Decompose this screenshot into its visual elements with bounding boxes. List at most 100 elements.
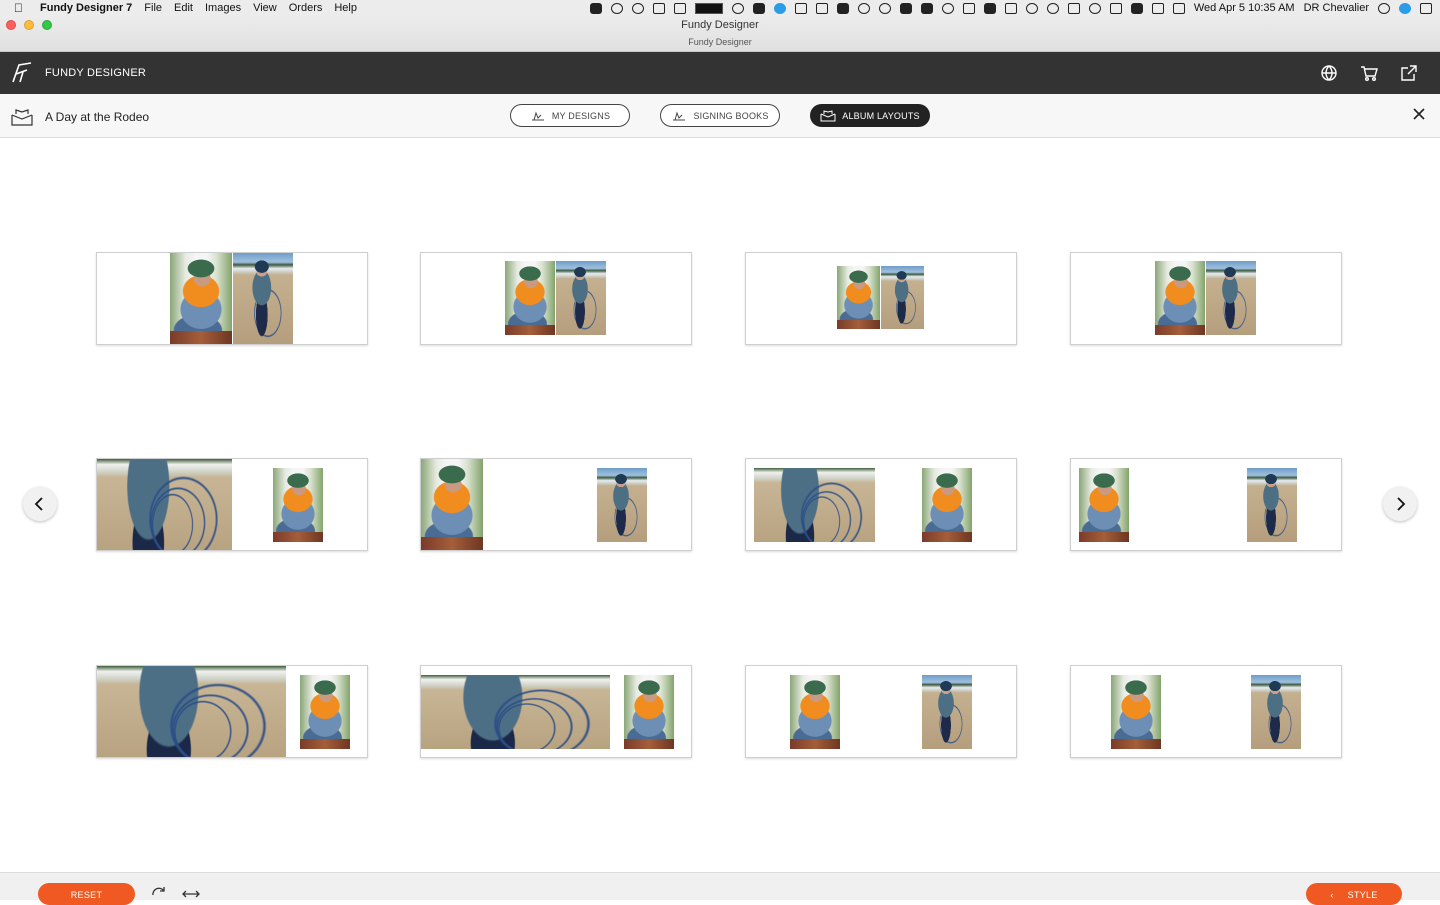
- photo-cowboy[interactable]: [1111, 675, 1161, 749]
- photo-rope[interactable]: [754, 468, 875, 542]
- status-eye-icon[interactable]: [631, 2, 644, 14]
- menu-edit[interactable]: Edit: [174, 2, 193, 14]
- status-clock-icon[interactable]: [878, 2, 891, 14]
- photo-roper[interactable]: [556, 261, 606, 335]
- status-calendar-icon[interactable]: [815, 2, 828, 14]
- photo-roper[interactable]: [922, 675, 972, 749]
- status-battery2-icon[interactable]: [1067, 2, 1080, 14]
- footer-bar: RESET ‹ STYLE: [0, 872, 1440, 905]
- photo-roper[interactable]: [1251, 675, 1301, 749]
- layout-card-4[interactable]: [1070, 252, 1342, 345]
- layout-card-5[interactable]: [96, 458, 368, 551]
- status-battery-icon[interactable]: [652, 2, 665, 14]
- status-wifi-icon[interactable]: [1088, 2, 1101, 14]
- status-chevron-icon[interactable]: [794, 2, 807, 14]
- photo-roper[interactable]: [233, 253, 293, 344]
- status-menu-icon[interactable]: [899, 2, 912, 14]
- photo-cowboy[interactable]: [273, 468, 323, 542]
- layout-card-8[interactable]: [1070, 458, 1342, 551]
- tab-label: SIGNING BOOKS: [693, 110, 769, 121]
- status-app2-icon[interactable]: [673, 2, 686, 14]
- photo-cowboy[interactable]: [300, 675, 350, 749]
- status-app-icon[interactable]: [589, 2, 602, 14]
- layout-card-7[interactable]: [745, 458, 1017, 551]
- status-app3-icon[interactable]: [920, 2, 933, 14]
- photo-cowboy[interactable]: [170, 253, 232, 344]
- photo-cowboy[interactable]: [922, 468, 972, 542]
- status-user[interactable]: DR Chevalier: [1304, 2, 1369, 14]
- layout-card-10[interactable]: [420, 665, 692, 758]
- photo-roper[interactable]: [1206, 261, 1256, 335]
- tab-my-designs[interactable]: MY DESIGNS: [510, 104, 630, 127]
- menu-file[interactable]: File: [144, 2, 162, 14]
- status-airplay-icon[interactable]: [1109, 2, 1122, 14]
- photo-cowboy[interactable]: [1079, 468, 1129, 542]
- hand-icon: [531, 111, 544, 121]
- siri-icon[interactable]: [1399, 2, 1411, 14]
- prev-page-button[interactable]: [23, 487, 57, 521]
- photo-cowboy[interactable]: [837, 266, 880, 329]
- brand-name: FUNDY DESIGNER: [45, 67, 146, 79]
- swap-horizontal-icon[interactable]: [182, 886, 200, 900]
- menu-view[interactable]: View: [253, 2, 277, 14]
- layout-card-12[interactable]: [1070, 665, 1342, 758]
- status-bluetooth-icon[interactable]: [1046, 2, 1059, 14]
- album-icon: [11, 109, 33, 126]
- close-icon[interactable]: [1412, 107, 1426, 121]
- photo-roper[interactable]: [597, 468, 647, 542]
- hand-icon: [673, 111, 686, 121]
- notification-center-icon[interactable]: [1420, 2, 1432, 14]
- photo-cowboy[interactable]: [421, 459, 483, 550]
- layout-card-6[interactable]: [420, 458, 692, 551]
- photo-cowboy[interactable]: [624, 675, 674, 749]
- photo-rope[interactable]: [421, 675, 610, 749]
- status-eject-icon[interactable]: [1130, 2, 1143, 14]
- layout-card-1[interactable]: [96, 252, 368, 345]
- menu-images[interactable]: Images: [205, 2, 241, 14]
- status-c-icon[interactable]: [962, 2, 975, 14]
- rotate-icon[interactable]: [150, 886, 168, 900]
- tab-signing-books[interactable]: SIGNING BOOKS: [660, 104, 780, 127]
- status-datetime[interactable]: Wed Apr 5 10:35 AM: [1194, 2, 1295, 14]
- layout-card-11[interactable]: [745, 665, 1017, 758]
- layout-card-9[interactable]: [96, 665, 368, 758]
- status-1password-icon[interactable]: [731, 2, 744, 14]
- status-cloud-icon[interactable]: [836, 2, 849, 14]
- reset-button[interactable]: RESET: [38, 883, 135, 905]
- style-button[interactable]: ‹ STYLE: [1306, 883, 1402, 905]
- chevron-left-icon: ‹: [1330, 890, 1334, 900]
- status-dropbox-icon[interactable]: [752, 2, 765, 14]
- photo-cowboy[interactable]: [505, 261, 555, 335]
- layout-card-3[interactable]: [745, 252, 1017, 345]
- spotlight-icon[interactable]: [1378, 2, 1390, 14]
- menu-help[interactable]: Help: [334, 2, 357, 14]
- photo-rope[interactable]: [97, 459, 232, 550]
- photo-rope[interactable]: [97, 666, 286, 757]
- reset-label: RESET: [70, 890, 103, 900]
- next-page-button[interactable]: [1383, 487, 1417, 521]
- project-bar: A Day at the Rodeo MY DESIGNS SIGNING BO…: [0, 94, 1440, 138]
- menu-orders[interactable]: Orders: [289, 2, 323, 14]
- status-app4-icon[interactable]: [941, 2, 954, 14]
- layout-card-2[interactable]: [420, 252, 692, 345]
- status-home-icon[interactable]: [983, 2, 996, 14]
- status-sync-icon[interactable]: [773, 2, 786, 14]
- photo-cowboy[interactable]: [1155, 261, 1205, 335]
- status-circle-icon[interactable]: [610, 2, 623, 14]
- help-globe-icon[interactable]: [1319, 63, 1339, 83]
- photo-cowboy[interactable]: [790, 675, 840, 749]
- photo-roper[interactable]: [881, 266, 924, 329]
- photo-roper[interactable]: [1247, 468, 1297, 542]
- status-volume-icon[interactable]: [1151, 2, 1164, 14]
- app-menu[interactable]: Fundy Designer 7: [40, 2, 132, 14]
- macos-menubar:  Fundy Designer 7 File Edit Images View…: [0, 0, 1440, 16]
- status-flag-icon[interactable]: [1172, 2, 1185, 14]
- status-clip-icon[interactable]: [857, 2, 870, 14]
- status-bars-icon[interactable]: [1004, 2, 1017, 14]
- apple-menu-icon[interactable]: : [14, 1, 30, 15]
- tab-album-layouts[interactable]: ALBUM LAYOUTS: [810, 104, 930, 127]
- cart-icon[interactable]: [1359, 63, 1379, 83]
- export-icon[interactable]: [1399, 63, 1419, 83]
- status-timemachine-icon[interactable]: [1025, 2, 1038, 14]
- status-monitor-icon[interactable]: [694, 2, 723, 14]
